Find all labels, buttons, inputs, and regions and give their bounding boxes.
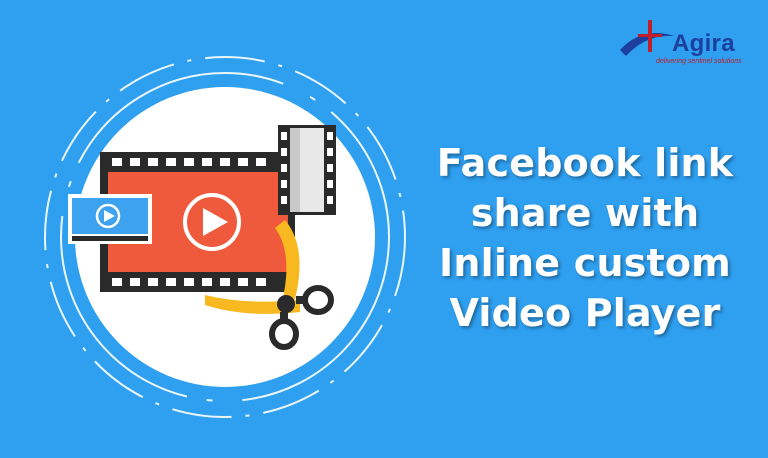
film-reel-icon <box>278 125 336 215</box>
headline: Facebook link share with Inline custom V… <box>420 138 750 338</box>
headline-line: Video Player <box>449 291 721 335</box>
brand-logo: Agira delivering sentinel solutions <box>612 6 762 72</box>
headline-line: share with <box>470 191 700 235</box>
headline-line: Inline custom <box>439 241 731 285</box>
headline-line: Facebook link <box>436 141 734 185</box>
brand-name: Agira <box>672 30 735 57</box>
monitor-icon <box>68 194 152 244</box>
brand-tagline: delivering sentinel solutions <box>656 58 742 65</box>
